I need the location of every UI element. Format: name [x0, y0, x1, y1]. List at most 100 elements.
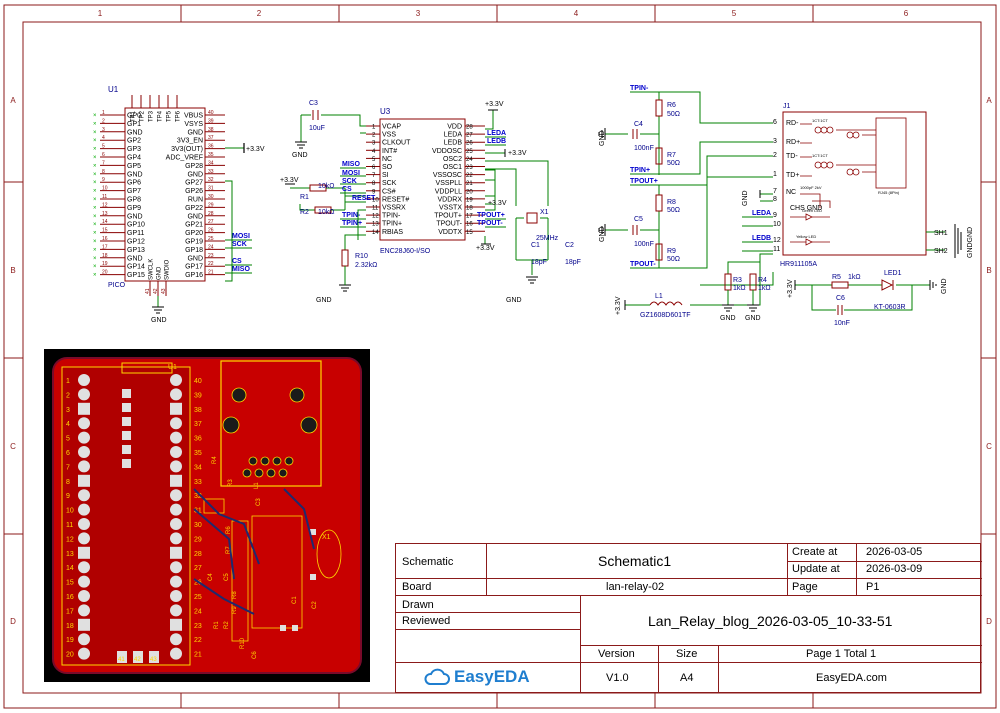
pcb-pad: [78, 402, 90, 415]
u3-pin-num: 8: [372, 181, 376, 187]
u1-pin-num: 34: [208, 160, 214, 166]
c2-ref: C2: [565, 242, 574, 249]
pcb-silk-c2: C2: [312, 601, 318, 609]
r5-resistor[interactable]: [831, 281, 849, 289]
u1-noconnect-icon: ×: [93, 155, 97, 161]
magjack-section[interactable]: R6 50Ω R7 50Ω R8 50Ω R9 50Ω C4 100nF C5 …: [598, 85, 974, 327]
u1-pin-num: 11: [102, 194, 107, 200]
pcb-pad-num: 2: [66, 392, 70, 399]
u1-pin-num: 28: [208, 211, 214, 217]
c4-ref: C4: [634, 121, 643, 128]
u3-pin-num: 26: [466, 141, 473, 147]
u1-noconnect-icon: ×: [93, 247, 97, 253]
u1-part-name: PICO: [108, 282, 126, 289]
tb-schematic-label: Schematic: [402, 556, 454, 568]
pcb-silk-l1: L1: [254, 482, 260, 489]
u1-pin-num: 37: [208, 135, 214, 141]
u1-pin-adc-vref: ADC_VREF: [166, 155, 203, 162]
pcb-pad: [170, 575, 182, 588]
u1-pin-gp6: GP6: [127, 180, 141, 187]
u3-pin-num: 19: [466, 197, 473, 203]
x1-gnd: GND: [506, 297, 522, 304]
pcb-silk-r6: R6: [226, 526, 232, 534]
pcb-pad: [170, 532, 182, 545]
led1-diode[interactable]: [881, 279, 894, 291]
u1-noconnect-icon: ×: [93, 113, 97, 119]
pcb-silk-r8: R8: [232, 591, 238, 599]
u3-pin-cs: CS#: [382, 188, 396, 195]
pcb-pad: [78, 417, 90, 430]
tb-project-name: Lan_Relay_blog_2026-03-05_10-33-51: [648, 613, 893, 629]
tb-version-value: V1.0: [606, 672, 629, 684]
r1-value: 10kΩ: [318, 183, 335, 190]
u3-ref: U3: [380, 107, 391, 116]
u1-pin-num: 21: [208, 270, 214, 276]
u1-pin-num: 1: [102, 110, 105, 116]
u1-noconnect-icon: ×: [93, 163, 97, 169]
pcb-silk-c3: C3: [256, 498, 262, 506]
pcb-pad: [170, 590, 182, 602]
sh2-label: SH2: [934, 248, 948, 255]
u3-pin-vssosc: VSSOSC: [433, 172, 462, 179]
frame-row-b-right: B: [986, 266, 991, 275]
u1-pin-gp22: GP22: [185, 205, 203, 212]
u1-noconnect-icon: ×: [93, 147, 97, 153]
pcb-pad: [170, 460, 182, 473]
u1-pin-num: 7: [102, 160, 105, 166]
pcb-test-pad: [122, 431, 131, 440]
pcb-pad: [78, 374, 90, 386]
u1-pin-gnd: GND: [127, 129, 143, 136]
u1-noconnect-icon: ×: [93, 180, 97, 186]
pcb-silk-r9: R9: [232, 606, 238, 614]
u1-pin-run: RUN: [188, 197, 203, 204]
u1-noconnect-icon: ×: [93, 189, 97, 195]
u1-pin-gp4: GP4: [127, 155, 141, 162]
title-block: Schematic Schematic1 Create at 2026-03-0…: [395, 543, 982, 693]
u1-pin-gp1: GP1: [127, 121, 141, 128]
pcb-pad: [78, 575, 90, 588]
u1-pin-gp2: GP2: [127, 138, 141, 145]
u3-pin-tpout: TPOUT+: [434, 213, 462, 220]
u1-pico-symbol[interactable]: U1 TP1 TP2 TP3 TP4 TP5 TP6 GP01×GP12×GND3×GP2…: [93, 85, 265, 324]
u3-pin-num: 3: [372, 141, 376, 147]
u1-pin-tp6: TP6: [176, 110, 182, 122]
r3-ref: R3: [733, 277, 742, 284]
pcb-pad: [78, 489, 90, 502]
u3-pin-sck: SCK: [382, 180, 397, 187]
u3-pin-num: 14: [372, 230, 379, 236]
u3-pin-vddpll: VDDPLL: [435, 188, 462, 195]
cloud-icon: [424, 668, 450, 685]
l1-inductor[interactable]: [649, 301, 683, 306]
u1-pin-tp3: TP3: [149, 110, 155, 122]
tb-update-label: Update at: [792, 563, 840, 575]
r10-resistor[interactable]: [341, 249, 349, 267]
u3-enc28j60-symbol[interactable]: U3 VCAP 1 VSS 2 CLKOUT 3 INT# 4 NC 5 SO 6 SI 7 SCK 8 CS#…: [280, 100, 581, 304]
u1-pin-gnd: GND: [157, 266, 163, 280]
u1-noconnect-icon: ×: [93, 121, 97, 127]
mj-tpout-p-label: TPOUT+: [630, 178, 658, 185]
u3-pin-num: 16: [466, 222, 473, 228]
u1-pin-num: 20: [102, 270, 108, 276]
pcb-pad: [170, 633, 182, 646]
mj-ledb-label: LEDB: [752, 235, 771, 242]
u3-pin-so: SO: [382, 164, 393, 171]
u1-noconnect-icon: ×: [93, 231, 97, 237]
pcb-preview[interactable]: U1 1 2 3 4 5 6 7 8 9 10 11 12 13 14 15 16 17 18 19 20 40 39 38…: [44, 349, 370, 682]
pcb-pad-num: 4: [66, 421, 70, 428]
tb-size-label: Size: [676, 648, 698, 660]
frame-col-6: 6: [904, 9, 909, 18]
pcb-pad: [170, 503, 182, 516]
u1-pin-3v3-en: 3V3_EN: [177, 138, 203, 145]
u3-cs-label: CS: [342, 186, 352, 193]
pcb-test-pad: [122, 417, 131, 426]
j1-cap: 1000pF 2kV: [800, 185, 822, 190]
u3-3v3-vddosc: +3.3V: [508, 150, 527, 157]
pcb-pad-num: 38: [194, 407, 202, 414]
pcb-test-pad: [122, 459, 131, 468]
pcb-silk-r1: R1: [214, 621, 220, 629]
pcb-pad-num: 40: [194, 378, 202, 385]
frame-row-a-left: A: [10, 96, 16, 105]
u1-right-pins: VBUS 40 VSYS 39 GND 38 3V3_EN 37 3V3(OUT) 36 ADC_V…: [166, 110, 225, 279]
u1-pin-num: 17: [102, 244, 108, 250]
u3-pin-reset: RESET#: [382, 196, 409, 203]
